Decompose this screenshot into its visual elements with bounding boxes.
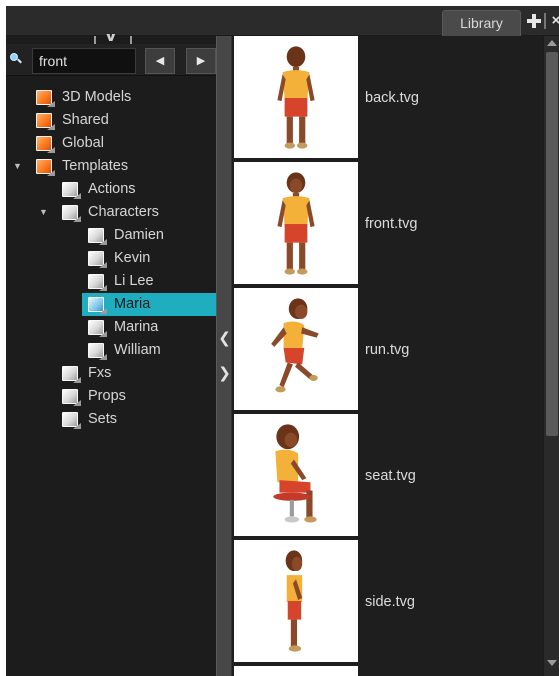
folder-gray-icon [62, 182, 81, 199]
tree-item-label: Actions [88, 181, 136, 197]
file-item-run[interactable]: run.tvg [232, 288, 543, 414]
file-name-label: back.tvg [365, 90, 419, 106]
previous-result-button[interactable]: ◀ [145, 48, 175, 74]
handle-bar [94, 36, 96, 44]
scroll-up-arrow-icon[interactable] [547, 40, 557, 48]
thumbnail-side[interactable] [234, 540, 358, 662]
library-tree-panel: ∨ ◀ ▶ 3D Models Shared Global ▼ Templates Act… [6, 30, 216, 676]
tree-item-label: 3D Models [62, 89, 132, 105]
tree-item-fxs[interactable]: Fxs [6, 362, 216, 385]
tree-item-label: Marina [114, 319, 159, 335]
tree-item-3d-models[interactable]: 3D Models [6, 86, 216, 109]
library-window: Library × ∨ ◀ ▶ 3D Models Shared Global ▼ Te… [0, 0, 559, 676]
file-name-label: run.tvg [365, 342, 410, 358]
file-item-seat[interactable]: seat.tvg [232, 414, 543, 540]
tree-item-label: Templates [62, 158, 129, 174]
thumbnail-back[interactable] [234, 36, 358, 158]
chevron-down-icon: ∨ [104, 30, 118, 44]
tree-item-william[interactable]: William [6, 339, 216, 362]
thumbnail-front[interactable] [234, 162, 358, 284]
collapse-left-arrow-icon[interactable]: ❮ [218, 330, 231, 348]
tree-item-label: Maria [114, 296, 151, 312]
folder-gray-icon [88, 343, 107, 360]
expand-arrow-icon[interactable]: ▼ [39, 201, 49, 224]
tree-item-sets[interactable]: Sets [6, 408, 216, 431]
plus-icon[interactable] [527, 14, 541, 28]
thumbnail-run[interactable] [234, 288, 358, 410]
folder-gray-icon [88, 274, 107, 291]
file-name-label: side.tvg [365, 594, 415, 610]
folder-gray-icon [62, 205, 81, 222]
expand-arrow-icon[interactable]: ▼ [13, 155, 23, 178]
folder-gray-icon [88, 228, 107, 245]
folder-gray-icon [62, 412, 81, 429]
tree-item-label: Props [88, 388, 126, 404]
tree-item-actions[interactable]: Actions [6, 178, 216, 201]
folder-gray-icon [62, 389, 81, 406]
file-name-label: front.tvg [365, 216, 418, 232]
tree-item-li-lee[interactable]: Li Lee [6, 270, 216, 293]
tree-item-label: Li Lee [114, 273, 154, 289]
handle-bar [130, 36, 132, 44]
next-result-button[interactable]: ▶ [186, 48, 216, 74]
search-icon [10, 53, 22, 65]
tree-item-damien[interactable]: Damien [6, 224, 216, 247]
tree-item-label: Kevin [114, 250, 151, 266]
close-icon[interactable]: × [549, 13, 559, 29]
folder-orange-icon [36, 159, 55, 176]
file-item-front[interactable]: front.tvg [232, 162, 543, 288]
folder-blue-icon [88, 297, 107, 314]
tree-item-label: Global [62, 135, 104, 151]
search-input[interactable] [32, 48, 136, 74]
tree-item-label: Fxs [88, 365, 112, 381]
tree-item-label: Sets [88, 411, 118, 427]
file-item-back[interactable]: back.tvg [232, 36, 543, 162]
tree-item-marina[interactable]: Marina [6, 316, 216, 339]
tree-item-label: Characters [88, 204, 159, 220]
tree-item-props[interactable]: Props [6, 385, 216, 408]
folder-gray-icon [88, 251, 107, 268]
title-bar: Library × [6, 6, 559, 36]
tree-item-maria[interactable]: Maria [6, 293, 216, 316]
folder-orange-icon [36, 113, 55, 130]
search-row: ◀ ▶ [6, 44, 216, 76]
tree-item-shared[interactable]: Shared [6, 109, 216, 132]
tree-item-kevin[interactable]: Kevin [6, 247, 216, 270]
scrollbar-thumb[interactable] [546, 52, 558, 436]
folder-gray-icon [62, 366, 81, 383]
file-name-label: seat.tvg [365, 468, 416, 484]
scroll-down-arrow-icon[interactable] [547, 660, 557, 668]
thumbnail-partial[interactable] [234, 666, 358, 676]
vertical-scrollbar[interactable] [543, 36, 559, 676]
tree-item-label: William [114, 342, 161, 358]
tree-item-label: Damien [114, 227, 164, 243]
tree-item-label: Shared [62, 112, 109, 128]
folder-orange-icon [36, 90, 55, 107]
folder-orange-icon [36, 136, 55, 153]
tree-item-global[interactable]: Global [6, 132, 216, 155]
thumbnail-seat[interactable] [234, 414, 358, 536]
expand-right-arrow-icon[interactable]: ❯ [218, 365, 231, 383]
tab-library[interactable]: Library [442, 10, 521, 36]
tree-item-templates[interactable]: ▼ Templates [6, 155, 216, 178]
tab-separator [544, 13, 546, 29]
tree-item-characters[interactable]: ▼ Characters [6, 201, 216, 224]
folder-gray-icon [88, 320, 107, 337]
thumbnail-panel: back.tvg front.tvg run.tvg seat.tvg side… [232, 36, 543, 676]
panel-splitter[interactable]: ❮ ❯ [216, 36, 232, 676]
file-item-side[interactable]: side.tvg [232, 540, 543, 666]
